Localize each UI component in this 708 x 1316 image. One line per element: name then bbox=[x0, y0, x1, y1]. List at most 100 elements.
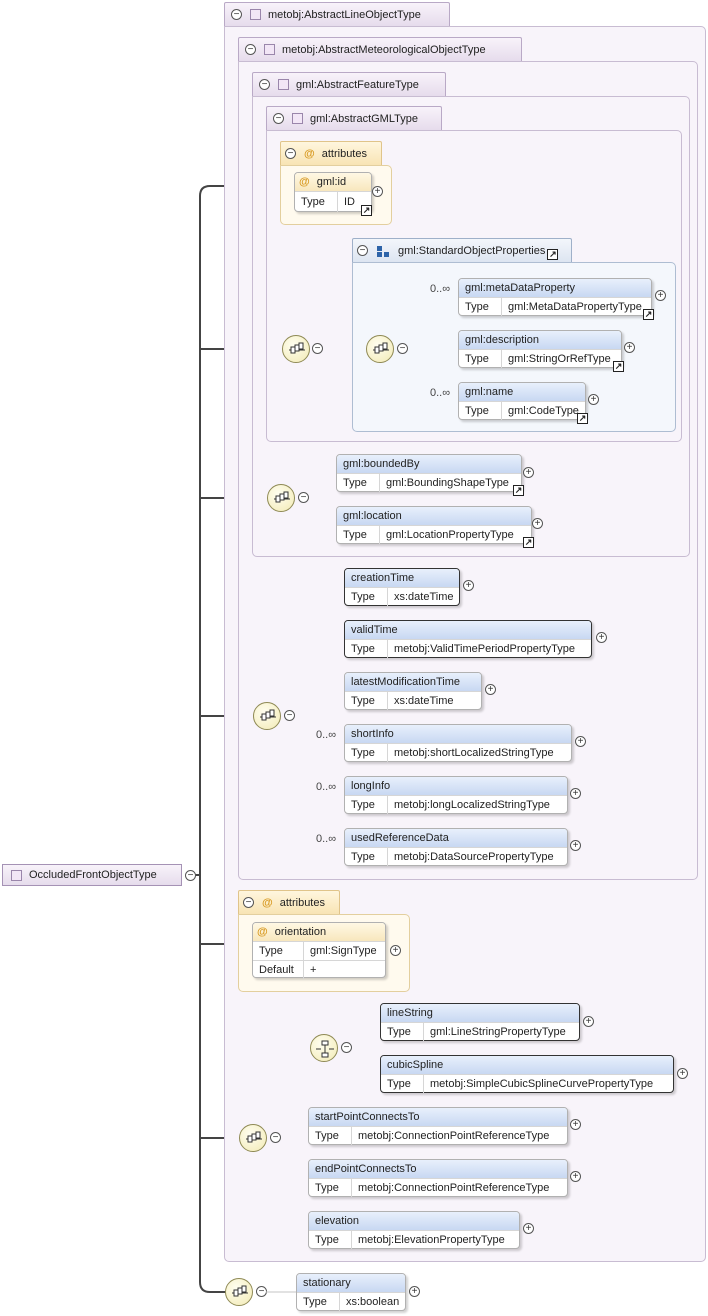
expand-icon[interactable]: + bbox=[485, 684, 496, 695]
expand-icon[interactable]: + bbox=[409, 1286, 420, 1297]
expand-icon[interactable]: + bbox=[624, 342, 635, 353]
attributes-header-line-object[interactable]: − @ attributes bbox=[238, 890, 340, 914]
attribute-icon: @ bbox=[262, 896, 273, 909]
type-key: Type bbox=[381, 1023, 424, 1041]
collapse-icon[interactable]: − bbox=[270, 1132, 281, 1143]
element-type: gml:StringOrRefType bbox=[508, 353, 611, 365]
expand-icon[interactable]: + bbox=[372, 186, 383, 197]
element-name: shortInfo bbox=[345, 725, 571, 743]
expand-icon[interactable]: + bbox=[575, 736, 586, 747]
element-elevation[interactable]: elevation Type metobj:ElevationPropertyTy… bbox=[308, 1211, 520, 1249]
type-link-icon[interactable]: ↗ bbox=[613, 361, 624, 372]
expand-icon[interactable]: + bbox=[655, 290, 666, 301]
element-longinfo[interactable]: longInfo Type metobj:longLocalizedStringT… bbox=[344, 776, 568, 814]
attribute-default: + bbox=[310, 964, 317, 976]
type-link-icon[interactable]: ↗ bbox=[577, 413, 588, 424]
attribute-orientation[interactable]: @ orientation Type gml:SignType Default + bbox=[252, 922, 386, 979]
type-link-icon[interactable]: ↗ bbox=[643, 309, 654, 320]
collapse-icon[interactable]: − bbox=[273, 113, 284, 124]
element-shortinfo[interactable]: shortInfo Type metobj:shortLocalizedStrin… bbox=[344, 724, 572, 762]
sequence-compositor-icon[interactable] bbox=[282, 335, 310, 363]
collapse-icon[interactable]: − bbox=[231, 9, 242, 20]
element-metadataproperty[interactable]: gml:metaDataProperty Type gml:MetaDataPro… bbox=[458, 278, 654, 320]
expand-icon[interactable]: + bbox=[463, 580, 474, 591]
expand-icon[interactable]: + bbox=[523, 1223, 534, 1234]
expand-icon[interactable]: + bbox=[570, 1119, 581, 1130]
sequence-compositor-icon[interactable] bbox=[267, 484, 295, 512]
element-gml-name[interactable]: gml:name Type gml:CodeType ↗ bbox=[458, 382, 588, 424]
collapse-icon[interactable]: − bbox=[259, 79, 270, 90]
collapse-icon[interactable]: − bbox=[284, 710, 295, 721]
expand-icon[interactable]: + bbox=[523, 467, 534, 478]
collapse-icon[interactable]: − bbox=[298, 492, 309, 503]
collapse-icon[interactable]: − bbox=[341, 1042, 352, 1053]
element-stationary[interactable]: stationary Type xs:boolean bbox=[296, 1273, 406, 1311]
expand-icon[interactable]: + bbox=[570, 840, 581, 851]
complex-type-icon bbox=[264, 44, 275, 55]
element-endpointconnectsto[interactable]: endPointConnectsTo Type metobj:Connection… bbox=[308, 1159, 568, 1197]
element-description[interactable]: gml:description Type gml:StringOrRefType … bbox=[458, 330, 624, 372]
expand-icon[interactable]: + bbox=[588, 394, 599, 405]
element-name: gml:name bbox=[459, 383, 585, 401]
type-name-line-object: metobj:AbstractLineObjectType bbox=[268, 8, 421, 21]
group-header-standard-object-properties[interactable]: − gml:StandardObjectProperties ↗ bbox=[352, 238, 572, 262]
expand-icon[interactable]: + bbox=[390, 945, 401, 956]
type-header-meteorological-object[interactable]: − metobj:AbstractMeteorologicalObjectTyp… bbox=[238, 37, 522, 61]
element-type: metobj:SimpleCubicSplineCurvePropertyTyp… bbox=[430, 1078, 654, 1090]
element-name: gml:location bbox=[337, 507, 531, 525]
element-usedreferencedata[interactable]: usedReferenceData Type metobj:DataSourceP… bbox=[344, 828, 568, 866]
element-name: validTime bbox=[345, 621, 591, 639]
root-collapse-icon[interactable]: − bbox=[185, 870, 196, 881]
collapse-icon[interactable]: − bbox=[397, 343, 408, 354]
attributes-header-gml[interactable]: − @ attributes bbox=[280, 141, 382, 165]
attribute-name: orientation bbox=[274, 926, 327, 938]
attribute-name: gml:id bbox=[316, 176, 347, 188]
sequence-compositor-icon[interactable] bbox=[366, 335, 394, 363]
element-type: metobj:ConnectionPointReferenceType bbox=[358, 1182, 550, 1194]
type-header-feature[interactable]: − gml:AbstractFeatureType bbox=[252, 72, 446, 96]
element-name: gml:metaDataProperty bbox=[459, 279, 651, 297]
element-linestring[interactable]: lineString Type gml:LineStringPropertyTyp… bbox=[380, 1003, 580, 1041]
expand-icon[interactable]: + bbox=[583, 1016, 594, 1027]
expand-icon[interactable]: + bbox=[596, 632, 607, 643]
type-link-icon[interactable]: ↗ bbox=[523, 537, 534, 548]
element-cubicspline[interactable]: cubicSpline Type metobj:SimpleCubicSpline… bbox=[380, 1055, 674, 1093]
choice-compositor-icon[interactable] bbox=[310, 1034, 338, 1062]
collapse-icon[interactable]: − bbox=[243, 897, 254, 908]
element-creationtime[interactable]: creationTime Type xs:dateTime bbox=[344, 568, 460, 606]
expand-icon[interactable]: + bbox=[532, 518, 543, 529]
type-link-icon[interactable]: ↗ bbox=[513, 485, 524, 496]
expand-icon[interactable]: + bbox=[677, 1068, 688, 1079]
root-type-box[interactable]: OccludedFrontObjectType bbox=[2, 864, 182, 886]
element-latestmodificationtime[interactable]: latestModificationTime Type xs:dateTime bbox=[344, 672, 482, 710]
collapse-icon[interactable]: − bbox=[312, 343, 323, 354]
attribute-type: gml:SignType bbox=[310, 945, 377, 957]
type-header-gml[interactable]: − gml:AbstractGMLType bbox=[266, 106, 442, 130]
element-name: endPointConnectsTo bbox=[309, 1160, 567, 1178]
type-link-icon[interactable]: ↗ bbox=[547, 249, 559, 260]
complex-type-icon bbox=[292, 113, 303, 124]
type-key: Type bbox=[459, 350, 502, 368]
attributes-label: attributes bbox=[321, 147, 367, 160]
complex-type-icon bbox=[11, 869, 22, 881]
element-startpointconnectsto[interactable]: startPointConnectsTo Type metobj:Connecti… bbox=[308, 1107, 568, 1145]
sequence-compositor-icon[interactable] bbox=[239, 1124, 267, 1152]
collapse-icon[interactable]: − bbox=[357, 245, 368, 256]
sequence-compositor-icon[interactable] bbox=[225, 1278, 253, 1306]
attribute-gml-id[interactable]: @ gml:id Type ID ↗ bbox=[294, 172, 372, 216]
collapse-icon[interactable]: − bbox=[285, 148, 296, 159]
root-type-name: OccludedFrontObjectType bbox=[29, 869, 157, 881]
cardinality-label: 0..∞ bbox=[316, 781, 337, 793]
expand-icon[interactable]: + bbox=[570, 1171, 581, 1182]
element-location[interactable]: gml:location Type gml:LocationPropertyTyp… bbox=[336, 506, 534, 548]
element-type: gml:LocationPropertyType bbox=[386, 529, 514, 541]
element-validtime[interactable]: validTime Type metobj:ValidTimePeriodProp… bbox=[344, 620, 592, 658]
sequence-compositor-icon[interactable] bbox=[253, 702, 281, 730]
type-header-line-object[interactable]: − metobj:AbstractLineObjectType bbox=[224, 2, 450, 26]
type-key: Type bbox=[309, 1127, 352, 1145]
collapse-icon[interactable]: − bbox=[245, 44, 256, 55]
attributes-label: attributes bbox=[279, 896, 325, 909]
expand-icon[interactable]: + bbox=[570, 788, 581, 799]
element-boundedby[interactable]: gml:boundedBy Type gml:BoundingShapeType … bbox=[336, 454, 524, 496]
type-link-icon[interactable]: ↗ bbox=[361, 205, 372, 216]
